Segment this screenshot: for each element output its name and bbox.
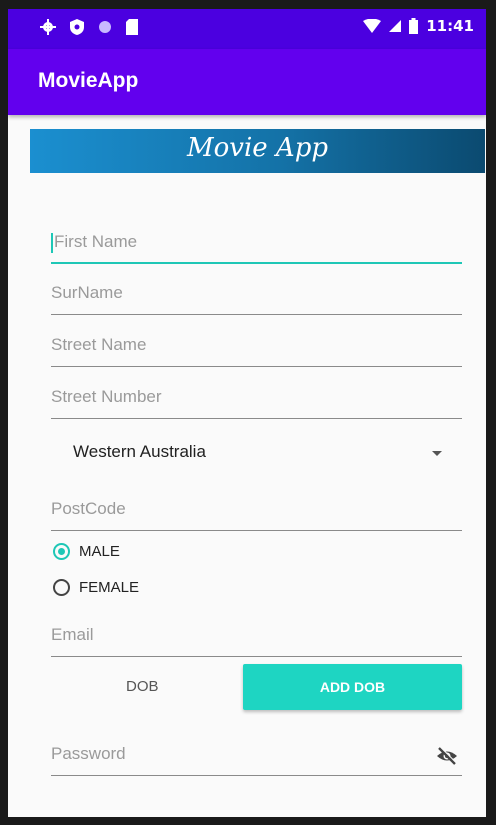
app-bar: MovieApp [8, 49, 486, 115]
settings-icon [40, 19, 56, 35]
street-name-underline [51, 366, 462, 367]
password-underline [51, 775, 462, 776]
app-title: MovieApp [38, 69, 139, 92]
password-field[interactable]: Password [51, 736, 462, 776]
state-selected: Western Australia [73, 442, 206, 461]
status-time: 11:41 [426, 17, 474, 35]
password-hint: Password [51, 744, 126, 763]
email-underline [51, 656, 462, 657]
banner-title: Movie App [187, 133, 328, 163]
street-number-field[interactable]: Street Number [51, 379, 462, 419]
banner: Movie App [30, 129, 485, 173]
first-name-field[interactable]: First Name [51, 224, 462, 264]
street-number-underline [51, 418, 462, 419]
signal-icon [389, 20, 402, 32]
radio-female[interactable]: FEMALE [53, 575, 139, 599]
battery-icon [409, 18, 419, 34]
first-name-underline [51, 262, 462, 264]
text-cursor [51, 233, 53, 253]
street-name-field[interactable]: Street Name [51, 327, 462, 367]
surname-hint: SurName [51, 283, 123, 302]
street-number-hint: Street Number [51, 387, 162, 406]
surname-underline [51, 314, 462, 315]
chevron-down-icon [432, 451, 442, 456]
surname-field[interactable]: SurName [51, 275, 462, 315]
device-screen: 11:41 MovieApp Movie App First Name SurN… [8, 9, 486, 817]
status-bar: 11:41 [8, 9, 486, 49]
add-dob-button[interactable]: ADD DOB [243, 664, 462, 710]
radio-male[interactable]: MALE [53, 539, 120, 563]
eye-off-icon[interactable] [436, 747, 458, 765]
email-field[interactable]: Email [51, 617, 462, 657]
radio-female-button[interactable] [53, 578, 70, 596]
wifi-icon [363, 19, 382, 33]
radio-female-label: FEMALE [79, 578, 140, 596]
shield-icon [70, 19, 84, 35]
radio-male-label: MALE [79, 542, 120, 560]
first-name-hint: First Name [54, 232, 138, 251]
dob-label: DOB [126, 678, 159, 695]
street-name-hint: Street Name [51, 335, 147, 354]
radio-male-button[interactable] [53, 542, 70, 560]
postcode-field[interactable]: PostCode [51, 491, 462, 531]
sd-card-icon [126, 19, 138, 35]
circle-icon [99, 21, 111, 33]
email-hint: Email [51, 625, 94, 644]
state-spinner[interactable]: Western Australia [51, 433, 462, 473]
postcode-underline [51, 530, 462, 531]
postcode-hint: PostCode [51, 499, 126, 518]
